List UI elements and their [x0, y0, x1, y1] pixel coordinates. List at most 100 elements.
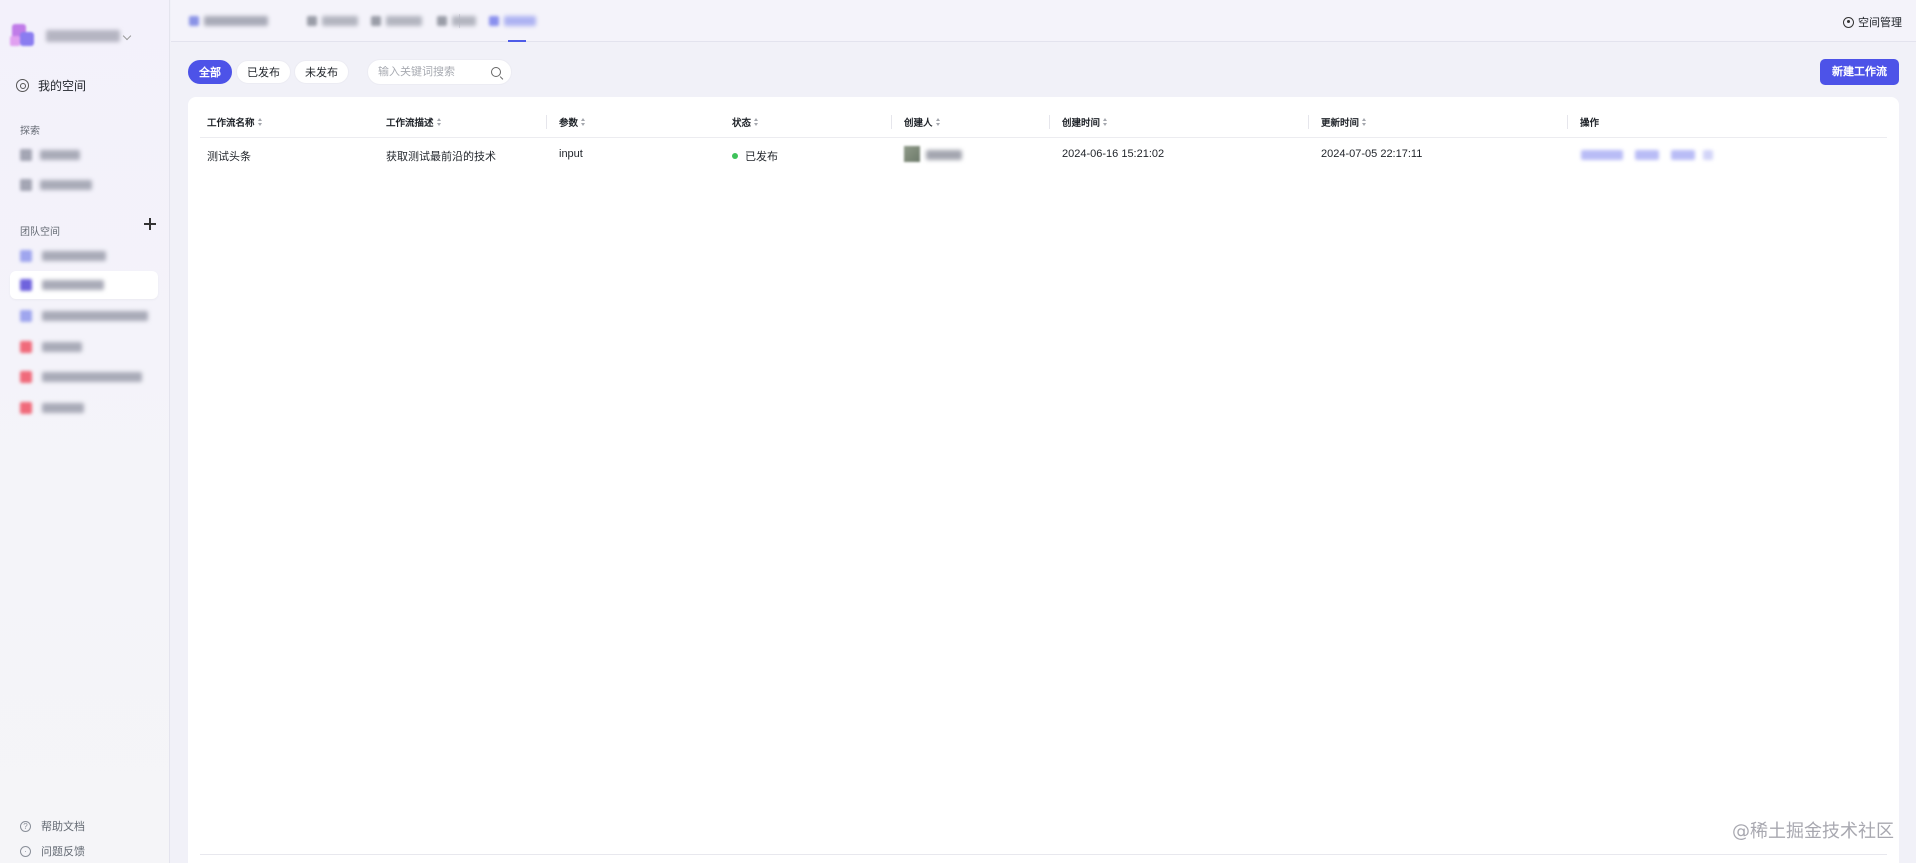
team-name-redacted: [42, 403, 84, 413]
column-header-label: 创建人: [904, 118, 933, 129]
explore-item-label-redacted: [40, 180, 92, 190]
column-header-updated-at[interactable]: 更新时间: [1321, 115, 1367, 129]
sidebar-team-item[interactable]: [10, 302, 158, 330]
column-header-label: 工作流描述: [386, 118, 434, 129]
filter-unpublished-button[interactable]: 未发布: [294, 60, 349, 84]
team-icon: [20, 371, 32, 383]
sort-icon[interactable]: [754, 118, 759, 126]
sidebar-item-my-space[interactable]: 我的空间: [16, 76, 86, 94]
sidebar-team-item[interactable]: [10, 363, 158, 391]
column-header-label: 操作: [1580, 118, 1600, 129]
team-icon: [20, 250, 32, 262]
explore-item-label-redacted: [40, 150, 80, 160]
column-separator: [1049, 115, 1050, 129]
search-input[interactable]: [378, 66, 486, 78]
sidebar: 我的空间 探索 团队空间 ? 帮助文档 · 问题反馈: [0, 0, 170, 863]
explore-item-icon: [20, 179, 32, 191]
cell-status: 已发布: [732, 148, 778, 164]
nav-tab-3[interactable]: [371, 13, 422, 29]
nav-tab-2[interactable]: [307, 13, 358, 29]
nav-tab-label-redacted: [204, 16, 268, 26]
watermark: @稀土掘金技术社区: [1732, 821, 1894, 842]
action-link-redacted[interactable]: [1635, 150, 1659, 160]
sidebar-team-item[interactable]: [10, 242, 158, 270]
search-icon[interactable]: [491, 67, 501, 77]
sort-icon[interactable]: [581, 118, 586, 126]
new-workflow-button[interactable]: 新建工作流: [1820, 59, 1899, 85]
column-header-label: 状态: [732, 118, 752, 129]
nav-tab-label-redacted: [452, 16, 476, 26]
table-header-divider: [200, 137, 1887, 138]
team-name-redacted: [42, 251, 106, 261]
nav-tab-icon: [437, 16, 447, 26]
team-name-redacted: [42, 372, 142, 382]
team-icon: [20, 310, 32, 322]
action-link-redacted[interactable]: [1581, 150, 1623, 160]
team-name-redacted: [42, 280, 104, 290]
sidebar-item-explore-2[interactable]: [20, 177, 92, 193]
avatar: [904, 146, 920, 162]
nav-tab-label-redacted: [322, 16, 358, 26]
nav-tab-workflow-active[interactable]: [489, 13, 536, 29]
column-header-label: 创建时间: [1062, 118, 1101, 129]
column-header-created-at[interactable]: 创建时间: [1062, 115, 1108, 129]
column-header-params[interactable]: 参数: [559, 115, 586, 129]
sidebar-help-docs[interactable]: ? 帮助文档: [20, 818, 85, 834]
space-manage-button[interactable]: 空间管理: [1843, 14, 1902, 30]
sort-icon[interactable]: [1362, 118, 1367, 126]
chevron-down-icon: [122, 31, 132, 41]
workspace-logo: [8, 22, 38, 50]
sort-icon[interactable]: [1103, 118, 1108, 126]
team-name-redacted: [42, 342, 82, 352]
cell-created-at: 2024-06-16 15:21:02: [1062, 148, 1165, 160]
cell-updated-at: 2024-07-05 22:17:11: [1321, 148, 1423, 160]
sidebar-item-explore-1[interactable]: [20, 147, 80, 163]
cell-creator: [904, 146, 974, 164]
more-actions-icon[interactable]: [1703, 150, 1713, 160]
search-box[interactable]: [367, 59, 512, 85]
team-icon: [20, 402, 32, 414]
nav-tab-icon: [371, 16, 381, 26]
sidebar-team-item[interactable]: [10, 333, 158, 361]
nav-tab-1[interactable]: [189, 13, 268, 29]
workflow-table-panel: 工作流名称 工作流描述 参数 状态 创建人 创建时间 更新时间 操作 测试头条 …: [188, 97, 1899, 863]
nav-tab-label-redacted: [386, 16, 422, 26]
help-docs-label: 帮助文档: [41, 821, 85, 833]
column-header-label: 工作流名称: [207, 118, 255, 129]
sort-icon[interactable]: [935, 118, 941, 126]
team-icon: [20, 341, 32, 353]
nav-tab-label-redacted: [504, 16, 536, 26]
column-header-creator[interactable]: 创建人: [904, 115, 941, 129]
filter-all-button[interactable]: 全部: [188, 60, 232, 84]
column-header-label: 更新时间: [1321, 118, 1360, 129]
cell-description: 获取测试最前沿的技术: [386, 151, 496, 163]
sidebar-feedback[interactable]: · 问题反馈: [20, 843, 85, 859]
feedback-icon: ·: [20, 845, 31, 857]
sort-icon[interactable]: [257, 118, 263, 126]
table-row[interactable]: 测试头条 获取测试最前沿的技术 input 已发布 2024-06-16 15:…: [200, 140, 1887, 168]
team-icon: [20, 279, 32, 291]
team-name-redacted: [42, 311, 148, 321]
sidebar-item-label: 我的空间: [38, 78, 87, 93]
workspace-switcher[interactable]: [8, 20, 158, 52]
sort-icon[interactable]: [436, 118, 442, 126]
nav-active-underline: [508, 40, 526, 42]
space-manage-label: 空间管理: [1858, 17, 1902, 29]
filter-published-button[interactable]: 已发布: [236, 60, 291, 84]
cell-params: input: [559, 148, 583, 160]
nav-tab-4[interactable]: [437, 13, 476, 29]
action-link-redacted[interactable]: [1671, 150, 1695, 160]
column-header-status[interactable]: 状态: [732, 115, 759, 129]
column-header-label: 参数: [559, 118, 579, 129]
section-label-team-space: 团队空间: [20, 227, 60, 238]
top-nav: 空间管理: [171, 0, 1916, 42]
sidebar-team-item[interactable]: [10, 394, 158, 422]
column-header-description[interactable]: 工作流描述: [386, 115, 442, 129]
column-header-name[interactable]: 工作流名称: [207, 115, 263, 129]
nav-tab-icon: [489, 16, 499, 26]
section-label-explore: 探索: [20, 126, 40, 137]
gear-icon: [1843, 16, 1854, 28]
add-team-icon[interactable]: [144, 218, 156, 230]
sidebar-team-item-active[interactable]: [10, 271, 158, 299]
column-separator: [1567, 115, 1568, 129]
